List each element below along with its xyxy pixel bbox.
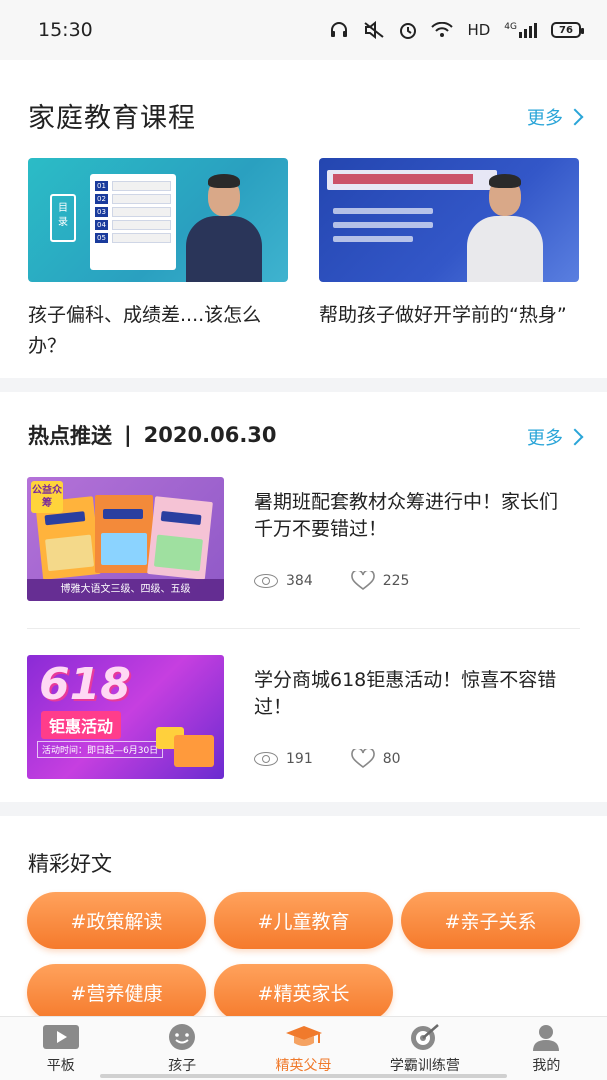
course-section: 家庭教育课程 更多 目录 01 02 03 04 05 孩子偏科、成绩差....…: [0, 60, 607, 378]
tab-mine[interactable]: 我的: [486, 1017, 607, 1080]
hot-section-title: 热点推送: [28, 424, 112, 448]
view-count: 384: [286, 573, 313, 589]
graduation-cap-icon: [285, 1026, 322, 1046]
course-card[interactable]: 目录 01 02 03 04 05 孩子偏科、成绩差....该怎么办？: [28, 158, 288, 362]
tab-label: 学霸训练营: [389, 1058, 460, 1074]
profile-icon: [533, 1025, 560, 1051]
course-thumbnail: 目录 01 02 03 04 05: [28, 158, 288, 282]
news-thumbnail: 618 钜惠活动 活动时间：即日起—6月30日: [27, 655, 224, 779]
network-label: HD: [467, 21, 491, 39]
thumb-big-text: 618: [39, 659, 131, 710]
tag-child-education[interactable]: #儿童教育: [214, 892, 393, 949]
tab-label: 精英父母: [275, 1058, 332, 1074]
thumb-label: 目录: [58, 203, 68, 228]
status-bar: 15:30 HD 4G 76: [0, 0, 607, 60]
tag-policy[interactable]: #政策解读: [27, 892, 206, 949]
target-icon: [410, 1024, 439, 1050]
hot-section-header: 热点推送 | 2020.06.30: [28, 420, 277, 450]
course-thumbnail: [319, 158, 579, 282]
news-item[interactable]: 618 钜惠活动 活动时间：即日起—6月30日 学分商城618钜惠活动！惊喜不容…: [27, 655, 580, 781]
home-indicator[interactable]: [100, 1074, 507, 1078]
status-time: 15:30: [38, 19, 93, 41]
slide-lines: [333, 208, 433, 250]
eye-icon: [254, 752, 278, 766]
view-count: 191: [286, 751, 313, 767]
bottom-tab-bar: 平板 孩子 精英父母 学霸训练营 我的: [0, 1016, 607, 1080]
thumb-date-text: 活动时间：即日起—6月30日: [37, 741, 164, 758]
wifi-icon: [431, 22, 454, 37]
heart-icon[interactable]: [350, 749, 375, 769]
articles-section-title: 精彩好文: [28, 852, 112, 876]
hot-section: 热点推送 | 2020.06.30 更多 公益众筹 博雅大语文三级、四级、五级 …: [0, 392, 607, 802]
thumb-caption: 博雅大语文三级、四级、五级: [27, 579, 224, 601]
tab-label: 我的: [532, 1058, 561, 1074]
chevron-right-icon: [566, 428, 584, 446]
tag-elite-parents[interactable]: #精英家长: [214, 964, 393, 1021]
tab-elite-parents[interactable]: 精英父母: [243, 1017, 364, 1080]
battery-icon: 76: [551, 22, 584, 38]
news-thumbnail: 公益众筹 博雅大语文三级、四级、五级: [27, 477, 224, 601]
articles-section: 精彩好文 #政策解读 #儿童教育 #亲子关系 #营养健康 #精英家长: [0, 816, 607, 1021]
tab-label: 平板: [46, 1058, 75, 1074]
menu-tag: 目录: [50, 194, 76, 242]
badge-label: 公益众筹: [31, 481, 63, 513]
tag-nutrition[interactable]: #营养健康: [27, 964, 206, 1021]
hot-section-separator: |: [124, 423, 132, 447]
tab-training-camp[interactable]: 学霸训练营: [364, 1017, 485, 1080]
hot-section-date: 2020.06.30: [143, 423, 277, 447]
hot-more-link[interactable]: 更多: [527, 424, 584, 450]
news-title: 学分商城618钜惠活动！惊喜不容错过！: [254, 669, 557, 718]
hot-more-label: 更多: [527, 428, 563, 449]
alarm-icon: [400, 23, 417, 39]
tab-label: 孩子: [168, 1058, 197, 1074]
mute-icon: [364, 21, 385, 39]
tab-child[interactable]: 孩子: [121, 1017, 242, 1080]
news-item[interactable]: 公益众筹 博雅大语文三级、四级、五级 暑期班配套教材众筹进行中！家长们千万不要错…: [27, 477, 580, 603]
divider: [27, 628, 580, 629]
tag-parent-child[interactable]: #亲子关系: [401, 892, 580, 949]
course-more-link[interactable]: 更多: [527, 104, 584, 130]
headset-icon: [331, 22, 348, 37]
thumb-sub-text: 钜惠活动: [41, 711, 122, 739]
presenter-image: [459, 170, 549, 282]
course-title: 孩子偏科、成绩差....该怎么办？: [28, 304, 262, 357]
signal-icon: 4G: [504, 22, 537, 38]
news-title: 暑期班配套教材众筹进行中！家长们千万不要错过！: [254, 491, 559, 540]
status-icons: HD 4G 76: [329, 21, 584, 39]
course-more-label: 更多: [527, 108, 563, 129]
like-count: 225: [382, 573, 410, 589]
course-card[interactable]: 帮助孩子做好开学前的“热身”: [319, 158, 579, 331]
like-count: 80: [382, 751, 401, 767]
tab-tablet[interactable]: 平板: [0, 1017, 121, 1080]
heart-icon[interactable]: [350, 571, 375, 591]
news-stats: 384 225: [254, 571, 409, 591]
presenter-image: [178, 170, 268, 282]
child-face-icon: [169, 1024, 196, 1050]
tablet-play-icon: [42, 1025, 79, 1049]
course-title: 帮助孩子做好开学前的“热身”: [319, 304, 567, 326]
course-section-title: 家庭教育课程: [28, 103, 196, 134]
news-stats: 191 80: [254, 749, 401, 769]
menu-box: 01 02 03 04 05: [90, 174, 176, 270]
eye-icon: [254, 574, 278, 588]
signal-label: 4G: [504, 22, 517, 32]
chevron-right-icon: [566, 108, 584, 126]
